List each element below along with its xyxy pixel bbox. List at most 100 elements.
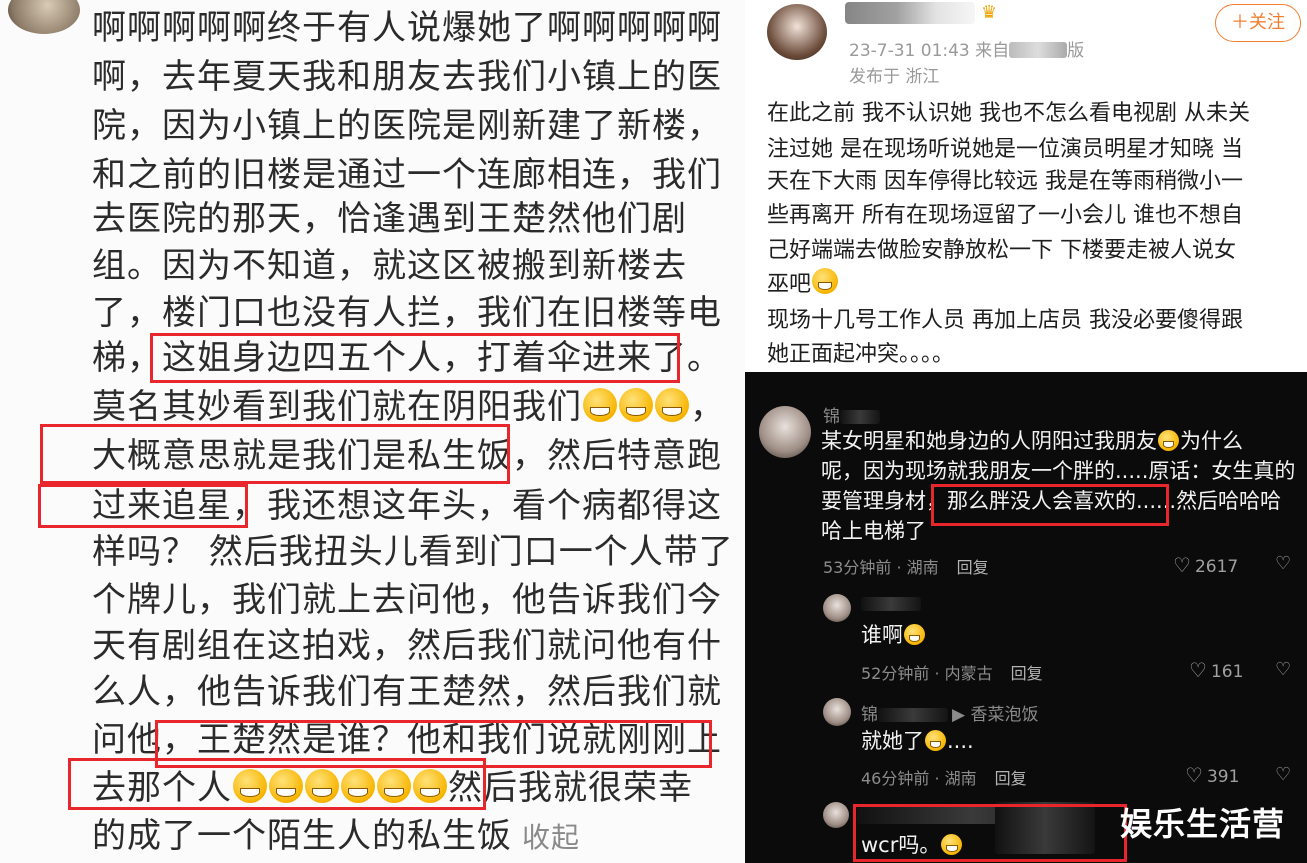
avatar[interactable] — [823, 698, 851, 726]
reply-button[interactable]: 回复 — [995, 769, 1027, 788]
avatar[interactable] — [8, 0, 80, 34]
post-meta: 23-7-31 01:43 来自 版 — [849, 36, 1084, 61]
post-line: 梯，这姐身边四五个人，打着伞进来了。 — [92, 338, 722, 378]
dislike-icon[interactable]: ♡ — [1275, 554, 1295, 574]
grin-sweat-emoji-icon — [305, 769, 339, 804]
comment-time: 46分钟前 · 湖南 — [861, 769, 977, 788]
comments-panel: 锦 某女明星和她身边的人阴阳过我朋友 为什么 呢，因为现场就我朋友一个胖的....… — [745, 372, 1307, 863]
username-redacted — [840, 410, 880, 424]
like-button[interactable]: ♡ 2617 — [1173, 553, 1238, 577]
right-post-panel: ♛ 23-7-31 01:43 来自 版 发布于 浙江 ＋关注 在此之前 我不认识… — [745, 0, 1307, 372]
left-post-panel: 啊啊啊啊啊终于有人说爆她了啊啊啊啊啊 啊，去年夏天我和朋友去我们小镇上的医 院，… — [0, 0, 745, 863]
grin-sweat-emoji-icon — [619, 388, 653, 423]
post-line: 院，因为小镇上的医院是刚新建了新楼， — [92, 106, 722, 146]
post-line: 啊，去年夏天我和朋友去我们小镇上的医 — [92, 57, 722, 97]
post-line: 注过她 是在现场听说她是一位演员明星才知晓 当 — [767, 137, 1243, 162]
comment-text-line: .... — [947, 729, 974, 753]
post-line: 过来追星，我还想这年头，看个病都得这 — [92, 486, 722, 526]
comment-text: 就她了.... — [861, 726, 974, 757]
post-line: 的成了一个陌生人的私生饭 收起 — [92, 810, 580, 863]
comment-text: 谁啊 — [861, 620, 926, 651]
comment-text-line: 哈上电梯了 — [821, 519, 926, 543]
comment-time: 53分钟前 · 湖南 — [823, 558, 939, 577]
comment-time: 52分钟前 · 内蒙古 — [861, 664, 993, 683]
dislike-icon[interactable]: ♡ — [1275, 660, 1295, 680]
post-line: 啊啊啊啊啊终于有人说爆她了啊啊啊啊啊 — [92, 8, 722, 48]
reply-button[interactable]: 回复 — [1011, 664, 1043, 683]
post-line: 她正面起冲突。。。。 — [767, 342, 955, 367]
comment-text: wcr吗。 — [861, 830, 963, 861]
sweat-smile-emoji-icon — [812, 268, 839, 295]
comment-text-line: wcr吗。 — [861, 833, 941, 857]
collapse-link[interactable]: 收起 — [522, 821, 580, 854]
post-line: 天有剧组在这拍戏，然后我们就问他有什 — [92, 626, 722, 666]
post-line: 些再离开 所有在现场逗留了一小会儿 谁也不想自 — [767, 203, 1243, 228]
watermark: 娱乐生活营 — [1119, 805, 1285, 843]
post-line: 问他，王楚然是谁？他和我们说就刚刚上 — [92, 720, 722, 760]
comment-meta: 46分钟前 · 湖南 回复 — [861, 765, 1027, 789]
comment-text-line: 某女明星和她身边的人阴阳过我朋友 — [821, 429, 1157, 453]
grin-sweat-emoji-icon — [233, 769, 267, 804]
avatar[interactable] — [823, 594, 851, 622]
username-redacted[interactable] — [845, 2, 975, 24]
like-button[interactable]: ♡ 161 — [1189, 658, 1243, 682]
post-line-text: 然后我就很荣幸 — [448, 768, 693, 808]
like-count: 2617 — [1194, 557, 1239, 577]
comment-username[interactable]: 锦 ▶ 香菜泡饭 — [861, 700, 1038, 725]
comment-username[interactable]: 锦 — [823, 402, 880, 427]
comment-username[interactable] — [861, 594, 921, 614]
post-line-text: 去那个人 — [92, 768, 232, 808]
like-button[interactable]: ♡ 391 — [1185, 763, 1239, 787]
laugh-cry-emoji-icon — [1158, 429, 1179, 451]
post-line: 去那个人 然后我就很荣幸 — [92, 762, 693, 814]
post-line-text: 莫名其妙看到我们就在阴阳我们 — [92, 387, 582, 427]
comment-text-line: 为什么 — [1180, 429, 1243, 453]
post-line: 组。因为不知道，就这区被搬到新楼去 — [92, 246, 687, 286]
comment-text-line: 就她了 — [861, 729, 924, 753]
post-location: 发布于 浙江 — [849, 67, 940, 87]
like-count: 391 — [1206, 767, 1240, 787]
avatar[interactable] — [767, 4, 827, 60]
post-source: 来自 — [975, 41, 1010, 61]
post-line: 在此之前 我不认识她 我也不怎么看电视剧 从未关 — [767, 101, 1250, 126]
post-line: 去医院的那天，恰逢遇到王楚然他们剧 — [92, 199, 687, 239]
crown-icon: ♛ — [981, 2, 998, 23]
comment-meta: 53分钟前 · 湖南 回复 — [823, 554, 989, 578]
post-source-tail: 版 — [1067, 41, 1085, 61]
comment-text-line: 然后哈哈哈 — [1176, 489, 1282, 513]
reply-to-user[interactable]: ▶ 香菜泡饭 — [952, 705, 1038, 725]
username-redacted — [861, 597, 921, 611]
grin-sweat-emoji-icon — [377, 769, 411, 804]
post-timestamp: 23-7-31 01:43 — [849, 41, 970, 61]
heart-icon: ♡ — [1189, 658, 1207, 682]
comment-meta: 52分钟前 · 内蒙古 回复 — [861, 660, 1043, 684]
comment-text-line: 那么胖没人会喜欢的...... — [947, 489, 1177, 513]
grin-sweat-emoji-icon — [269, 769, 303, 804]
tongue-emoji-icon — [941, 833, 963, 855]
post-line: 天在下大雨 因车停得比较远 我是在等雨稍微小一 — [767, 169, 1243, 194]
post-line: 己好端端去做脸安静放松一下 下楼要走被人说女 — [767, 238, 1236, 263]
comment-text-line: 谁啊 — [861, 623, 903, 647]
post-line-text: 巫吧 — [767, 272, 812, 297]
comment-text: 某女明星和她身边的人阴阳过我朋友 为什么 — [821, 426, 1243, 457]
post-line: 么人，他告诉我们有王楚然，然后我们就 — [92, 672, 722, 712]
post-line-text: 的成了一个陌生人的私生饭 — [92, 816, 512, 856]
reply-button[interactable]: 回复 — [957, 558, 989, 577]
post-line: 个牌儿，我们就上去问他，他告诉我们今 — [92, 580, 722, 620]
grin-sweat-emoji-icon — [583, 388, 617, 423]
dislike-icon[interactable]: ♡ — [1275, 765, 1295, 785]
laugh-cry-emoji-icon — [925, 729, 946, 751]
comment-text: 要管理身材，那么胖没人会喜欢的......然后哈哈哈 — [821, 486, 1281, 517]
like-count: 161 — [1210, 662, 1244, 682]
avatar[interactable] — [823, 802, 849, 828]
heart-icon: ♡ — [1173, 553, 1191, 577]
post-line: 莫名其妙看到我们就在阴阳我们 ， — [92, 381, 725, 433]
heart-icon: ♡ — [1185, 763, 1203, 787]
comment-text-line: 呢，因为现场就我朋友一个胖的.....原话：女生真的 — [821, 459, 1296, 483]
username-redacted — [878, 708, 948, 722]
avatar[interactable] — [759, 406, 811, 458]
post-line-text: ， — [690, 387, 725, 427]
source-redacted — [1009, 42, 1068, 58]
post-line: 现场十几号工作人员 再加上店员 我没必要傻得跟 — [767, 308, 1243, 333]
follow-button[interactable]: ＋关注 — [1215, 4, 1301, 42]
